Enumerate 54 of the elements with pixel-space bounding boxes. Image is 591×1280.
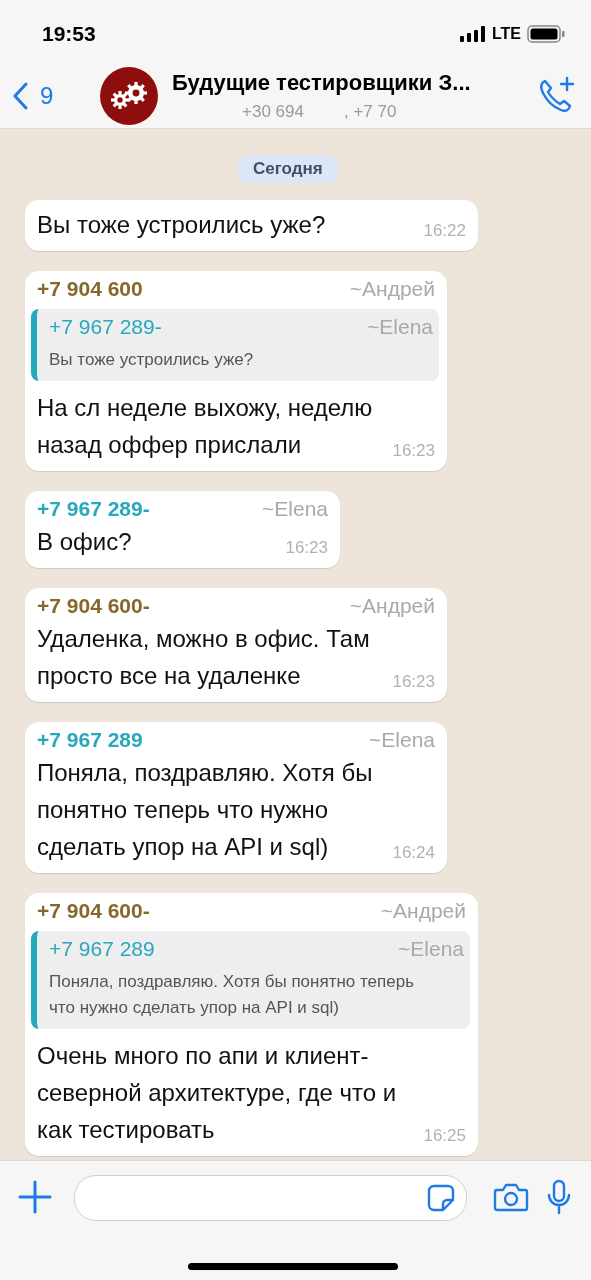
sender-phone: +7 904 600- — [37, 594, 150, 618]
message-text: Удаленка, можно в офис. Там просто все на удаленке — [37, 624, 371, 691]
quoted-text: Вы тоже устроились уже? — [49, 349, 255, 371]
participants-text: , +7 70 — [343, 102, 397, 122]
phone-plus-icon — [537, 74, 577, 115]
message-bubble[interactable]: Вы тоже устроились уже? 16:22 — [25, 200, 478, 251]
sender-phone: +7 904 600- — [37, 899, 150, 923]
quoted-sender-phone: +7 967 289- — [49, 315, 162, 339]
message-bubble[interactable]: +7 904 600- ~Андрей +7 967 289 ~Elena Поняла, поздравляю. Хотя бы понятно теперь что нужно сделать упор на API и sql) Очень много по апи и клиент-северной архитектуре, где что и как тестировать 16:25 — [25, 893, 478, 1156]
message-time: 16:23 — [285, 538, 328, 559]
message-time: 16:23 — [392, 672, 435, 693]
message-bubble[interactable]: +7 904 600 ~Андрей +7 967 289- ~Elena Вы тоже устроились уже? На сл неделе выхожу, неделю назад оффер прислали 16:23 — [25, 271, 447, 471]
chevron-left-icon — [12, 82, 28, 110]
message-text: В офис? — [37, 527, 132, 557]
message-text: Вы тоже устроились уже? — [37, 210, 326, 240]
message-text: На сл неделе выхожу, неделю назад оффер прислали — [37, 393, 374, 460]
quoted-sender-phone: +7 967 289 — [49, 937, 155, 961]
message-input-field[interactable] — [74, 1175, 467, 1221]
message-text: Очень много по апи и клиент-северной архитектуре, где что и как тестировать — [37, 1041, 398, 1145]
microphone-icon — [545, 1179, 573, 1215]
clock: 19:53 — [42, 22, 96, 46]
message-bubble[interactable]: +7 904 600- ~Андрей Удаленка, можно в офис. Там просто все на удаленке 16:23 — [25, 588, 447, 702]
message-time: 16:23 — [392, 441, 435, 462]
plus-icon — [18, 1180, 52, 1214]
sender-name: ~Андрей — [380, 899, 466, 923]
date-chip: Сегодня — [238, 155, 338, 183]
group-avatar[interactable] — [100, 67, 158, 125]
sender-phone: +7 967 289- — [37, 497, 150, 521]
signal-icon — [459, 26, 486, 42]
participants-text: +30 694 — [242, 102, 304, 122]
sender-phone: +7 904 600 — [37, 277, 143, 301]
gears-icon — [109, 81, 149, 111]
message-time: 16:24 — [392, 843, 435, 864]
back-button[interactable]: 9 — [12, 82, 92, 110]
quoted-sender-name: ~Elena — [398, 937, 464, 961]
quoted-message[interactable]: +7 967 289- ~Elena Вы тоже устроились уже? — [31, 309, 439, 381]
battery-icon — [527, 25, 565, 43]
message-bubble[interactable]: +7 967 289- ~Elena В офис? 16:23 — [25, 491, 340, 568]
sender-name: ~Elena — [369, 728, 435, 752]
quoted-text: Поняла, поздравляю. Хотя бы понятно теперь что нужно сделать упор на API и sql) — [49, 971, 416, 1019]
quoted-message[interactable]: +7 967 289 ~Elena Поняла, поздравляю. Хотя бы понятно теперь что нужно сделать упор на API и sql) — [31, 931, 470, 1029]
sticker-icon[interactable] — [426, 1183, 456, 1213]
sender-name: ~Андрей — [349, 277, 435, 301]
sender-name: ~Андрей — [349, 594, 435, 618]
sender-name: ~Elena — [262, 497, 328, 521]
chat-title[interactable]: Будущие тестировщики З... — [172, 70, 527, 96]
quoted-sender-name: ~Elena — [367, 315, 433, 339]
sender-phone: +7 967 289 — [37, 728, 143, 752]
camera-icon — [493, 1182, 529, 1212]
message-text: Поняла, поздравляю. Хотя бы понятно теперь что нужно сделать упор на API и sql) — [37, 758, 374, 862]
network-type: LTE — [491, 25, 521, 43]
message-time: 16:25 — [423, 1126, 466, 1147]
message-bubble[interactable]: +7 967 289 ~Elena Поняла, поздравляю. Хотя бы понятно теперь что нужно сделать упор на API и sql) 16:24 — [25, 722, 447, 873]
message-time: 16:22 — [423, 221, 466, 242]
